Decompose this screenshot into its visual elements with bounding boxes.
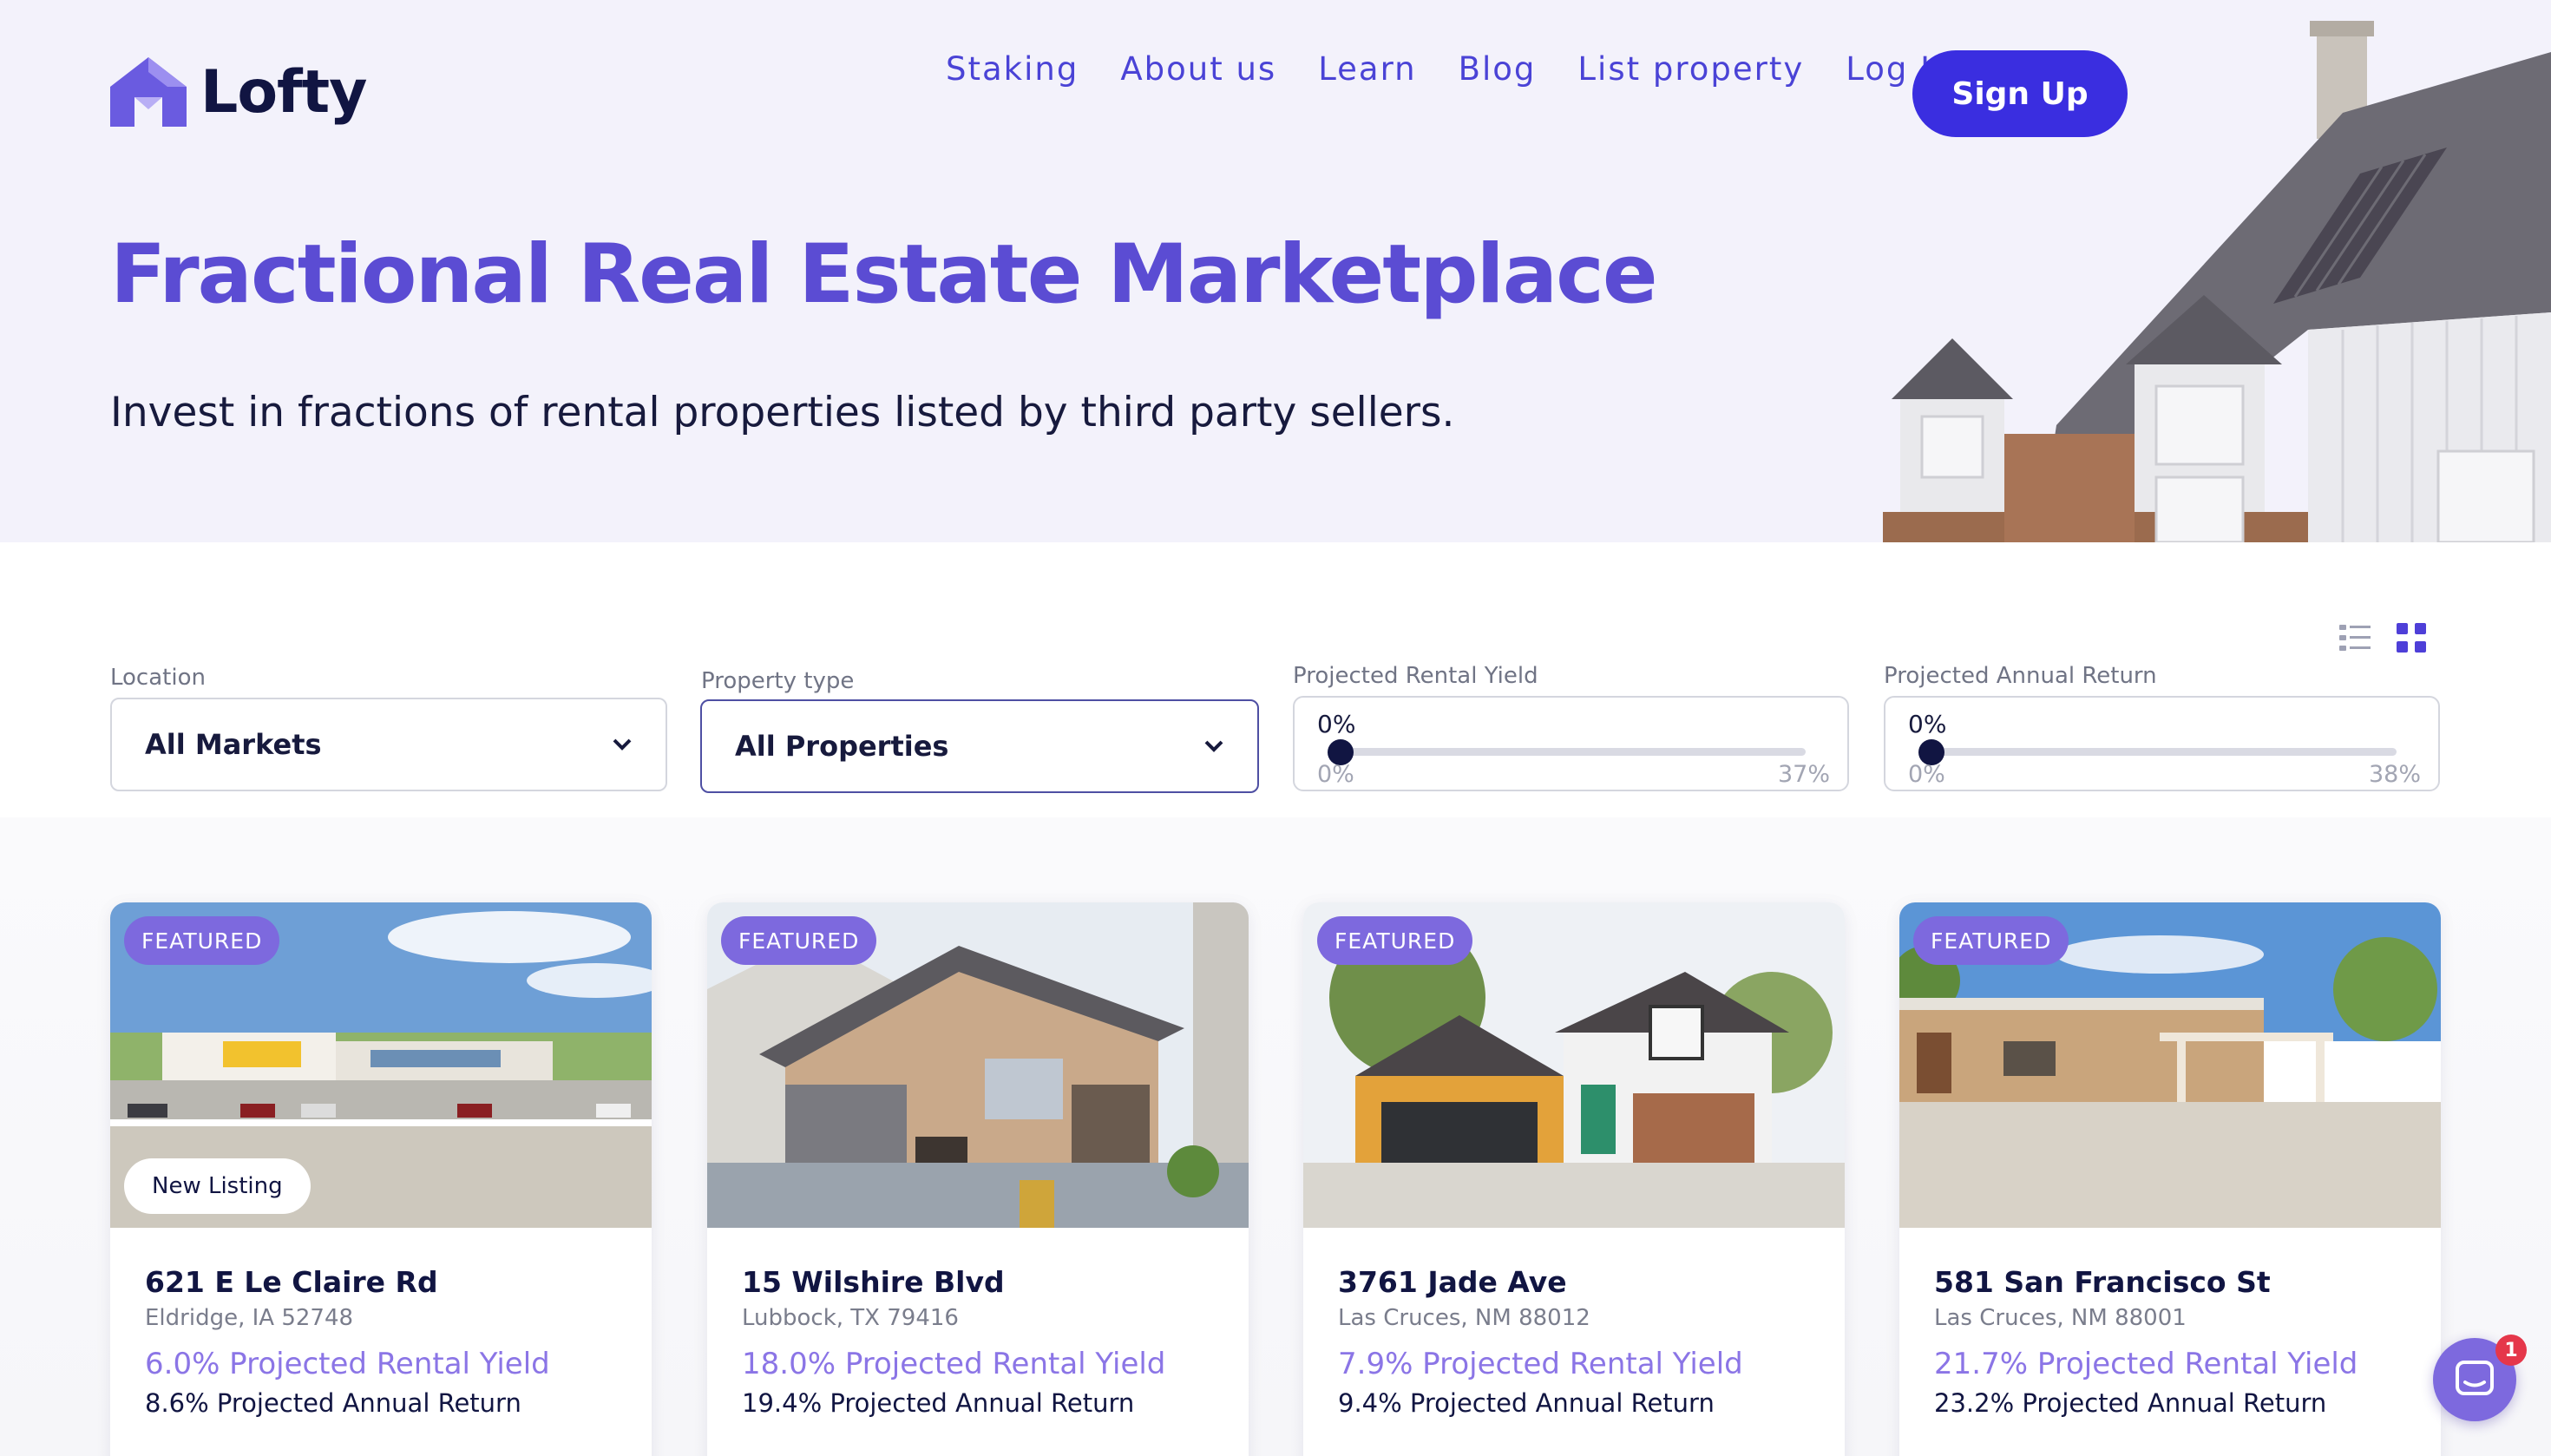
nav-list-property[interactable]: List property [1577,50,1804,88]
location-value: All Markets [145,728,322,761]
listing-title: 581 San Francisco St [1934,1265,2271,1299]
chat-icon [2456,1361,2494,1395]
listing-annual-return: 23.2% Projected Annual Return [1934,1388,2327,1418]
annual-return-current: 0% [1908,710,1947,738]
featured-badge: FEATURED [124,916,280,965]
chevron-down-icon [613,738,632,751]
rental-yield-label: Projected Rental Yield [1293,663,1538,689]
page-subtitle: Invest in fractions of rental properties… [110,389,1455,436]
rental-yield-max: 37% [1777,761,1830,788]
nav-blog[interactable]: Blog [1459,50,1537,88]
location-select[interactable]: All Markets [110,698,667,791]
annual-return-min: 0% [1908,761,1945,788]
rental-yield-track[interactable] [1338,748,1806,756]
listing-title: 621 E Le Claire Rd [145,1265,438,1299]
featured-badge: FEATURED [1913,916,2069,965]
listing-title: 15 Wilshire Blvd [742,1265,1005,1299]
logo[interactable]: Lofty [110,57,367,127]
rental-yield-current: 0% [1317,710,1356,738]
listing-location: Las Cruces, NM 88012 [1338,1305,1590,1331]
annual-return-track[interactable] [1929,748,2397,756]
listing-card[interactable]: FEATURED 581 San Francisco St Las Cruces… [1899,902,2441,1456]
page-title: Fractional Real Estate Marketplace [110,227,1658,322]
grid-view-icon[interactable] [2397,623,2426,653]
property-type-value: All Properties [735,730,949,763]
listing-location: Las Cruces, NM 88001 [1934,1305,2187,1331]
hero-section: Lofty Staking About us Learn Blog List p… [0,0,2551,542]
annual-return-slider: 0% 0% 38% [1884,696,2440,791]
lofty-logo-icon [110,57,187,127]
listing-annual-return: 8.6% Projected Annual Return [145,1388,521,1418]
property-type-select[interactable]: All Properties [700,699,1259,793]
sign-up-button[interactable]: Sign Up [1912,50,2128,137]
list-view-icon[interactable] [2339,623,2371,653]
listing-rental-yield: 6.0% Projected Rental Yield [145,1347,550,1381]
listing-title: 3761 Jade Ave [1338,1265,1567,1299]
annual-return-label: Projected Annual Return [1884,663,2157,689]
property-type-label: Property type [701,668,855,694]
listing-location: Lubbock, TX 79416 [742,1305,959,1331]
location-label: Location [110,665,206,691]
listing-annual-return: 19.4% Projected Annual Return [742,1388,1135,1418]
logo-wordmark: Lofty [200,57,367,127]
annual-return-max: 38% [2368,761,2421,788]
listing-location: Eldridge, IA 52748 [145,1305,354,1331]
listing-card[interactable]: FEATURED 15 Wilshire Blvd Lubbock, TX 79… [707,902,1249,1456]
rental-yield-min: 0% [1317,761,1354,788]
new-listing-tag: New Listing [124,1158,311,1214]
listing-card[interactable]: FEATURED 3761 Jade Ave Las Cruces, NM 88… [1303,902,1845,1456]
nav-about-us[interactable]: About us [1120,50,1276,88]
view-toggle [2339,623,2426,653]
chat-notification-badge: 1 [2495,1335,2527,1366]
featured-badge: FEATURED [1317,916,1473,965]
listing-rental-yield: 7.9% Projected Rental Yield [1338,1347,1743,1381]
nav-learn[interactable]: Learn [1318,50,1416,88]
chevron-down-icon [1204,740,1223,752]
rental-yield-slider: 0% 0% 37% [1293,696,1849,791]
listing-rental-yield: 18.0% Projected Rental Yield [742,1347,1166,1381]
listing-rental-yield: 21.7% Projected Rental Yield [1934,1347,2358,1381]
listing-annual-return: 9.4% Projected Annual Return [1338,1388,1715,1418]
main-nav: Staking About us Learn Blog List propert… [946,50,1995,88]
listing-card[interactable]: FEATURED New Listing 621 E Le Claire Rd … [110,902,652,1456]
nav-staking[interactable]: Staking [946,50,1079,88]
featured-badge: FEATURED [721,916,877,965]
